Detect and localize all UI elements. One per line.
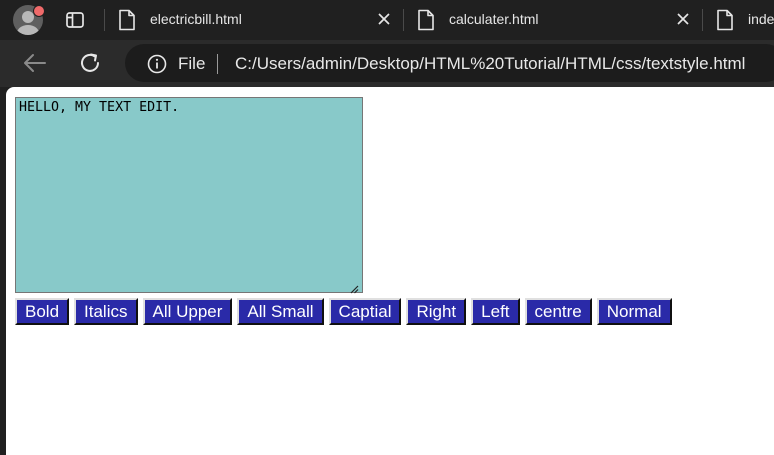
capital-button[interactable]: Captial — [328, 298, 402, 325]
address-bar[interactable]: File C:/Users/admin/Desktop/HTML%20Tutor… — [125, 44, 774, 82]
tab-actions-icon[interactable] — [65, 10, 85, 30]
avatar-shoulders — [17, 25, 39, 35]
text-editor[interactable]: HELLO, MY TEXT EDIT. — [15, 97, 363, 293]
reload-icon[interactable] — [78, 50, 102, 76]
tab-separator — [702, 9, 703, 31]
page-viewport: HELLO, MY TEXT EDIT. Bold Italics All Up… — [6, 87, 774, 455]
tab-strip: electricbill.html calculater.html inde — [0, 0, 774, 40]
tab-separator — [104, 9, 105, 31]
file-icon — [418, 9, 434, 31]
align-left-button[interactable]: Left — [471, 298, 520, 325]
back-arrow-icon[interactable] — [22, 51, 48, 75]
avatar-head — [22, 11, 34, 23]
url-text[interactable]: C:/Users/admin/Desktop/HTML%20Tutorial/H… — [235, 54, 745, 74]
align-centre-button[interactable]: centre — [524, 298, 592, 325]
all-upper-button[interactable]: All Upper — [142, 298, 233, 325]
tab-title: electricbill.html — [150, 11, 242, 27]
address-separator — [217, 54, 218, 74]
file-icon — [119, 9, 135, 31]
close-icon[interactable] — [376, 11, 392, 27]
profile-badge-icon — [33, 5, 45, 17]
site-scheme-label: File — [178, 54, 206, 73]
align-right-button[interactable]: Right — [406, 298, 467, 325]
normal-button[interactable]: Normal — [596, 298, 672, 325]
italics-button[interactable]: Italics — [74, 298, 138, 325]
tab-title: calculater.html — [449, 11, 539, 27]
bold-button[interactable]: Bold — [15, 298, 70, 325]
all-small-button[interactable]: All Small — [237, 298, 324, 325]
tab-index[interactable]: inde — [716, 0, 774, 40]
tab-separator — [403, 9, 404, 31]
tab-title: inde — [748, 11, 774, 27]
tab-calculater[interactable]: calculater.html — [417, 0, 697, 40]
tab-electricbill[interactable]: electricbill.html — [118, 0, 398, 40]
file-icon — [717, 9, 733, 31]
format-button-row: Bold Italics All Upper All Small Captial… — [15, 298, 672, 325]
info-icon[interactable] — [147, 54, 167, 74]
browser-toolbar: File C:/Users/admin/Desktop/HTML%20Tutor… — [0, 40, 774, 87]
close-icon[interactable] — [675, 11, 691, 27]
